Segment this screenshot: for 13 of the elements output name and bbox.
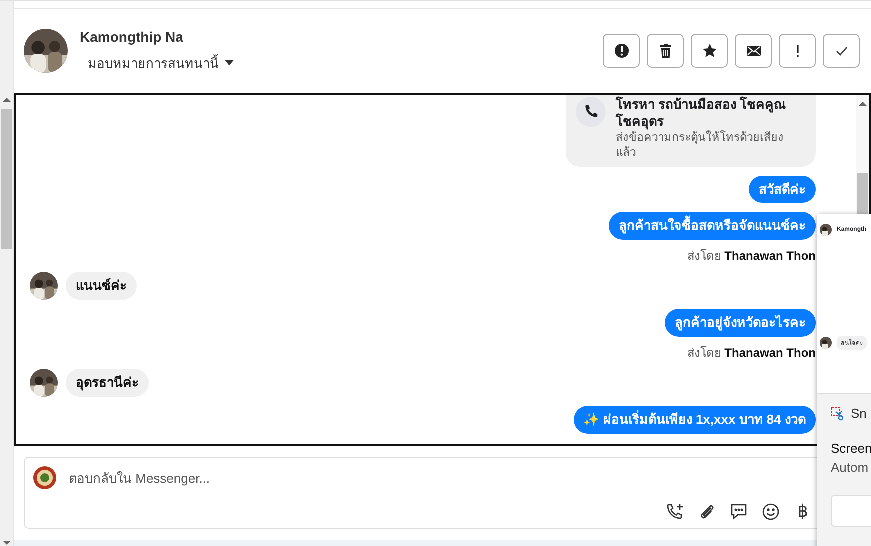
sent-message: ✨ ผ่อนเริ่มต้นเพียง 1x,xxx บาท 84 งวด [574,406,816,434]
sent-message: ลูกค้าอยู่จังหวัดอะไรคะ [665,309,816,337]
sent-message: ลูกค้าสนใจซื้อสดหรือจัดแนนซ์คะ [609,212,816,240]
notification-title: Screen [831,441,871,456]
sent-message: สวัสดีค่ะ [749,176,816,204]
received-message: แนนซ์ค่ะ [66,272,137,300]
sent-by-note: ส่งโดย Thanawan Thon [687,248,816,264]
contact-name: Kamongthip Na [80,28,184,44]
received-message: อุดรธานีค่ะ [66,369,149,397]
sent-by-note: ส่งโดย Thanawan Thon [687,346,816,360]
app-name: Sn [851,406,867,421]
call-status: ส่งข้อความกระตุ้นให้โทรด้วยเสียงแล้ว [616,130,785,161]
call-title: โทรหา รถบ้านมือสอง โชคคูณ โชคอุดร [616,97,788,130]
